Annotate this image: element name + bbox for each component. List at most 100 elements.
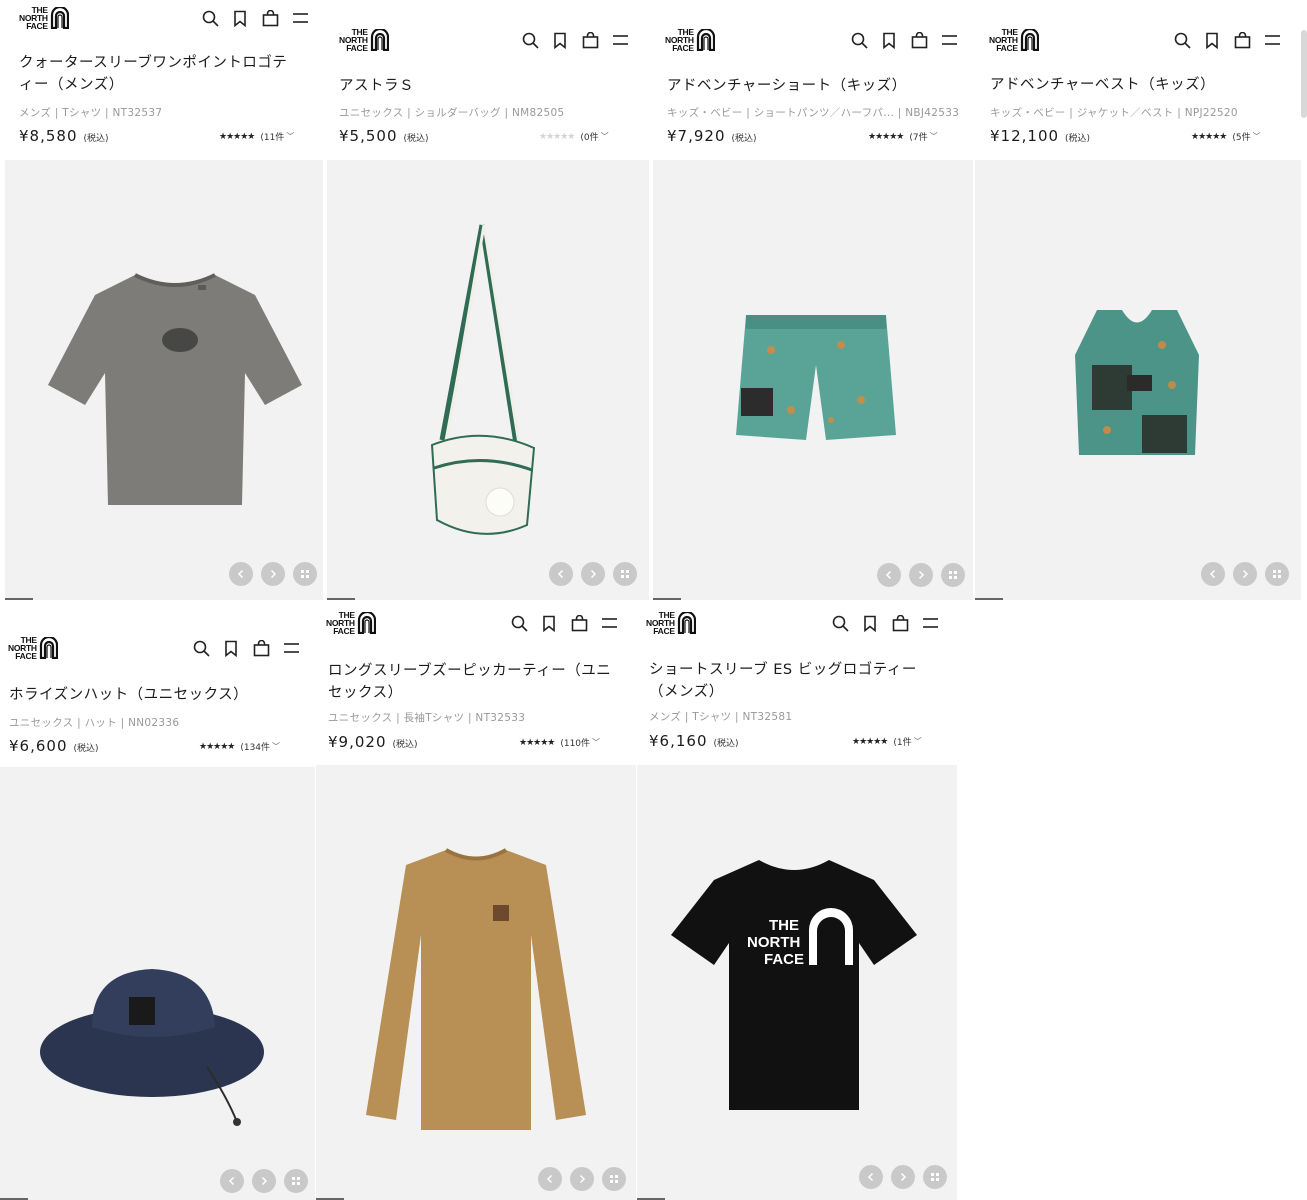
- product-title[interactable]: アドベンチャーベスト（キッズ）: [990, 74, 1270, 96]
- product-title[interactable]: ホライズンハット（ユニセックス）: [9, 684, 289, 706]
- menu-icon[interactable]: [921, 614, 939, 632]
- chevron-down-icon[interactable]: ﹀: [930, 131, 938, 142]
- product-card[interactable]: THE NORTH FACE アストラＳ ユニセックス | ショルダーバッグ |…: [327, 0, 649, 600]
- product-title[interactable]: ショートスリーブ ES ビッグロゴティー（メンズ）: [649, 659, 939, 703]
- search-icon[interactable]: [192, 639, 210, 657]
- brand-logo[interactable]: THE NORTH FACE: [665, 28, 715, 52]
- product-card[interactable]: THE NORTH FACE クォータースリーブワンポイントロゴティー（メンズ）…: [5, 0, 323, 600]
- grid-icon[interactable]: [613, 562, 637, 586]
- chevron-right-icon[interactable]: [252, 1169, 276, 1193]
- chevron-right-icon[interactable]: [891, 1165, 915, 1189]
- product-rating[interactable]: ★★★★★ (1件 ﹀: [852, 735, 922, 749]
- search-icon[interactable]: [850, 31, 868, 49]
- bookmark-icon[interactable]: [861, 614, 879, 632]
- chevron-left-icon[interactable]: [220, 1169, 244, 1193]
- product-rating[interactable]: ★★★★★ (7件 ﹀: [868, 130, 938, 144]
- bookmark-icon[interactable]: [540, 614, 558, 632]
- product-card[interactable]: THE NORTH FACE ロングスリーブズーピッカーティー（ユニセックス） …: [316, 607, 636, 1200]
- brand-logo[interactable]: THE NORTH FACE: [326, 611, 376, 635]
- chevron-down-icon[interactable]: ﹀: [286, 131, 294, 142]
- chevron-right-icon[interactable]: [261, 562, 285, 586]
- product-card[interactable]: THE NORTH FACE ショートスリーブ ES ビッグロゴティー（メンズ）…: [637, 607, 957, 1200]
- brand-logo[interactable]: THE NORTH FACE: [989, 28, 1039, 52]
- product-title[interactable]: アストラＳ: [339, 75, 619, 97]
- product-rating[interactable]: ★★★★★ (0件 ﹀: [539, 130, 609, 144]
- product-image-area[interactable]: THE NORTH FACE: [637, 765, 957, 1200]
- menu-icon[interactable]: [611, 31, 629, 49]
- chevron-right-icon[interactable]: [581, 562, 605, 586]
- cart-icon[interactable]: [910, 31, 928, 49]
- product-title[interactable]: クォータースリーブワンポイントロゴティー（メンズ）: [19, 52, 289, 96]
- cart-icon[interactable]: [252, 639, 270, 657]
- chevron-left-icon[interactable]: [859, 1165, 883, 1189]
- product-image[interactable]: [731, 310, 901, 454]
- product-card[interactable]: THE NORTH FACE アドベンチャーショート（キッズ） キッズ・ベビー …: [653, 0, 973, 600]
- brand-logo[interactable]: THE NORTH FACE: [8, 636, 58, 660]
- search-icon[interactable]: [521, 31, 539, 49]
- product-image[interactable]: [1067, 305, 1207, 469]
- chevron-down-icon[interactable]: ﹀: [272, 741, 280, 752]
- menu-icon[interactable]: [282, 639, 300, 657]
- cart-icon[interactable]: [581, 31, 599, 49]
- bookmark-icon[interactable]: [551, 31, 569, 49]
- chevron-right-icon[interactable]: [570, 1167, 594, 1191]
- cart-icon[interactable]: [891, 614, 909, 632]
- grid-icon[interactable]: [923, 1165, 947, 1189]
- search-icon[interactable]: [1173, 31, 1191, 49]
- grid-icon[interactable]: [602, 1167, 626, 1191]
- product-image-area[interactable]: [653, 160, 973, 600]
- brand-logo[interactable]: THE NORTH FACE: [19, 6, 69, 30]
- product-rating[interactable]: ★★★★★ (5件 ﹀: [1191, 130, 1261, 144]
- cart-icon[interactable]: [1233, 31, 1251, 49]
- search-icon[interactable]: [510, 614, 528, 632]
- product-image[interactable]: THE NORTH FACE: [669, 855, 919, 1119]
- grid-icon[interactable]: [293, 562, 317, 586]
- chevron-right-icon[interactable]: [909, 563, 933, 587]
- product-image[interactable]: [422, 220, 542, 564]
- product-title[interactable]: アドベンチャーショート（キッズ）: [667, 75, 947, 97]
- menu-icon[interactable]: [1263, 31, 1281, 49]
- product-image-area[interactable]: [327, 160, 649, 600]
- chevron-left-icon[interactable]: [538, 1167, 562, 1191]
- product-image[interactable]: [361, 845, 591, 1139]
- menu-icon[interactable]: [600, 614, 618, 632]
- card-header: THE NORTH FACE ホライズンハット（ユニセックス） ユニセックス |…: [0, 607, 315, 767]
- chevron-right-icon[interactable]: [1233, 562, 1257, 586]
- menu-icon[interactable]: [291, 9, 309, 27]
- bookmark-icon[interactable]: [222, 639, 240, 657]
- chevron-left-icon[interactable]: [1201, 562, 1225, 586]
- brand-logo[interactable]: THE NORTH FACE: [339, 28, 389, 52]
- product-image-area[interactable]: [0, 767, 315, 1200]
- search-icon[interactable]: [831, 614, 849, 632]
- product-title[interactable]: ロングスリーブズーピッカーティー（ユニセックス）: [328, 660, 613, 704]
- product-rating[interactable]: ★★★★★ (11件 ﹀: [219, 130, 294, 144]
- product-image[interactable]: [37, 957, 277, 1131]
- grid-icon[interactable]: [284, 1169, 308, 1193]
- bookmark-icon[interactable]: [880, 31, 898, 49]
- menu-icon[interactable]: [940, 31, 958, 49]
- product-image-area[interactable]: [316, 765, 636, 1200]
- product-rating[interactable]: ★★★★★ (134件 ﹀: [199, 740, 280, 754]
- product-image[interactable]: [40, 255, 310, 519]
- chevron-down-icon[interactable]: ﹀: [601, 131, 609, 142]
- chevron-down-icon[interactable]: ﹀: [914, 736, 922, 747]
- chevron-left-icon[interactable]: [877, 563, 901, 587]
- product-image-area[interactable]: [975, 160, 1301, 600]
- scrollbar[interactable]: [1301, 30, 1307, 118]
- cart-icon[interactable]: [261, 9, 279, 27]
- chevron-left-icon[interactable]: [549, 562, 573, 586]
- search-icon[interactable]: [201, 9, 219, 27]
- product-card[interactable]: THE NORTH FACE ホライズンハット（ユニセックス） ユニセックス |…: [0, 607, 315, 1200]
- grid-icon[interactable]: [1265, 562, 1289, 586]
- bookmark-icon[interactable]: [1203, 31, 1221, 49]
- chevron-down-icon[interactable]: ﹀: [1253, 131, 1261, 142]
- product-image-area[interactable]: [5, 160, 323, 600]
- grid-icon[interactable]: [941, 563, 965, 587]
- product-rating[interactable]: ★★★★★ (110件 ﹀: [519, 736, 600, 750]
- chevron-down-icon[interactable]: ﹀: [592, 737, 600, 748]
- chevron-left-icon[interactable]: [229, 562, 253, 586]
- bookmark-icon[interactable]: [231, 9, 249, 27]
- product-card[interactable]: THE NORTH FACE アドベンチャーベスト（キッズ） キッズ・ベビー |…: [975, 0, 1301, 600]
- brand-logo[interactable]: THE NORTH FACE: [646, 611, 696, 635]
- cart-icon[interactable]: [570, 614, 588, 632]
